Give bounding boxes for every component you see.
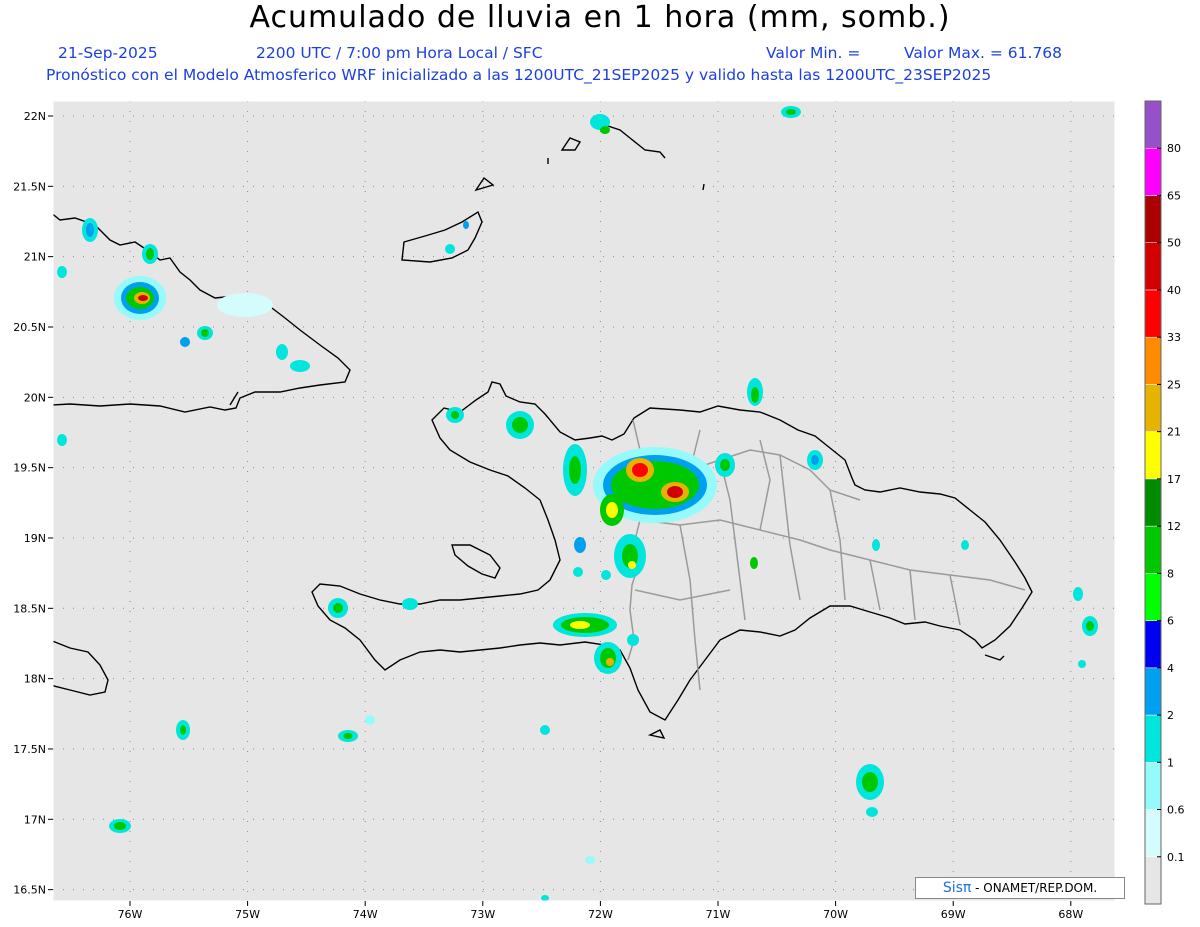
legend-swatch — [1144, 289, 1162, 338]
min-value-label: Valor Min. = — [766, 44, 861, 62]
legend-swatch — [1144, 762, 1162, 810]
credit-box: Sisπ - ONAMET/REP.DOM. — [915, 877, 1125, 899]
lon-tick-label: 71W — [706, 908, 731, 921]
legend-level-label: 80 — [1167, 142, 1181, 155]
legend-swatch — [1144, 809, 1162, 858]
legend-level-label: 0.6 — [1167, 804, 1185, 817]
lon-tick-label: 72W — [588, 908, 613, 921]
legend-swatch — [1144, 195, 1162, 243]
legend-swatch — [1144, 714, 1162, 763]
lon-tick-label: 69W — [941, 908, 966, 921]
lat-tick-label: 20.5N — [13, 321, 46, 334]
legend-level-label: 40 — [1167, 284, 1181, 297]
legend-level-label: 21 — [1167, 426, 1181, 439]
legend-level-label: 17 — [1167, 473, 1181, 486]
legend-swatch — [1144, 478, 1162, 527]
lat-tick-label: 17N — [24, 813, 46, 826]
legend-swatch — [1144, 620, 1162, 669]
legend-swatch — [1144, 431, 1162, 480]
lon-tick-label: 74W — [353, 908, 378, 921]
legend-level-label: 1 — [1167, 756, 1174, 769]
lat-tick-label: 17.5N — [13, 743, 46, 756]
lon-tick-label: 76W — [118, 908, 143, 921]
legend-swatch — [1144, 100, 1162, 149]
lat-tick-label: 19N — [24, 532, 46, 545]
lat-tick-label: 21N — [24, 251, 46, 264]
lon-tick-label: 70W — [823, 908, 848, 921]
legend-level-label: 50 — [1167, 237, 1181, 250]
brand-label: Sisπ — [942, 880, 972, 896]
lat-tick-label: 21.5N — [13, 180, 46, 193]
forecast-description: Pronóstico con el Modelo Atmosferico WRF… — [46, 66, 992, 84]
legend-swatch — [1144, 667, 1162, 716]
lat-tick-label: 18.5N — [13, 602, 46, 615]
legend-level-label: 12 — [1167, 520, 1181, 533]
legend-level-label: 6 — [1167, 615, 1174, 628]
color-legend: 0.10.612468121721253340506580 — [1144, 100, 1185, 905]
lat-tick-label: 19.5N — [13, 462, 46, 475]
legend-level-label: 4 — [1167, 662, 1174, 675]
legend-swatch — [1144, 242, 1162, 291]
lon-tick-label: 73W — [470, 908, 495, 921]
legend-level-label: 2 — [1167, 709, 1174, 722]
legend-level-label: 8 — [1167, 567, 1174, 580]
lon-tick-label: 68W — [1058, 908, 1083, 921]
valid-time-label: 2200 UTC / 7:00 pm Hora Local / SFC — [256, 44, 543, 62]
map-plot-area — [52, 100, 1116, 902]
legend-swatch — [1144, 384, 1162, 432]
legend-level-label: 0.1 — [1167, 851, 1185, 864]
legend-level-label: 33 — [1167, 331, 1181, 344]
lon-tick-label: 75W — [235, 908, 260, 921]
legend-swatch — [1144, 573, 1162, 621]
legend-level-label: 65 — [1167, 189, 1181, 202]
map-title: Acumulado de lluvia en 1 hora (mm, somb.… — [249, 0, 951, 35]
legend-swatch — [1144, 336, 1162, 385]
max-value-label: Valor Max. = 61.768 — [904, 44, 1063, 62]
rainfall-map: 22N 21.5N 21N 20.5N 20N 19.5N 19N 18.5N 18N 17.5N… — [13, 100, 1185, 921]
lat-tick-label: 22N — [24, 110, 46, 123]
date-label: 21-Sep-2025 — [58, 44, 158, 62]
legend-swatch — [1144, 856, 1162, 905]
legend-level-label: 25 — [1167, 378, 1181, 391]
lat-tick-label: 18N — [24, 673, 46, 686]
lat-tick-label: 20N — [24, 391, 46, 404]
legend-swatch — [1144, 525, 1162, 574]
credit-text: - ONAMET/REP.DOM. — [971, 881, 1098, 895]
lat-tick-label: 16.5N — [13, 884, 46, 897]
legend-swatch — [1144, 147, 1162, 196]
